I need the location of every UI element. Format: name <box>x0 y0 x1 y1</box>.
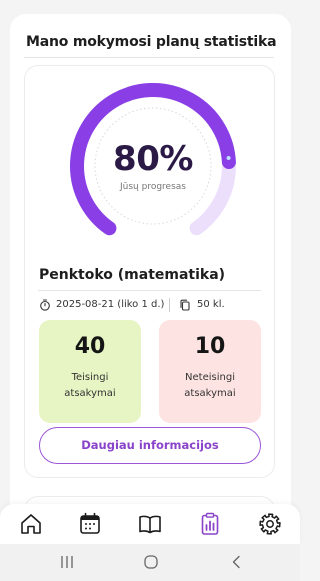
correct-answers-count: 40 <box>74 334 106 359</box>
stats-icon <box>201 512 219 535</box>
timer-icon <box>40 299 50 311</box>
plan-meta-row: 2025-08-21 (liko 1 d.) 50 kl. <box>38 297 261 315</box>
recent-apps-icon[interactable] <box>59 554 75 570</box>
system-navigation-bar <box>0 544 300 581</box>
book-icon <box>139 515 161 534</box>
screen: Mano mokymosi planų statistika 80% Jūsų … <box>0 0 300 581</box>
home-icon <box>21 514 41 534</box>
plan-class: 50 kl. <box>197 299 225 310</box>
nav-book[interactable] <box>136 510 164 538</box>
plan-title: Penktoko (matematika) <box>39 267 226 283</box>
copy-icon <box>180 299 190 311</box>
correct-answers-box: 40 Teisingi atsakymai <box>39 320 141 423</box>
nav-stats[interactable] <box>196 510 224 538</box>
home-circle-icon[interactable] <box>143 554 159 570</box>
more-info-button[interactable]: Daugiau informacijos <box>39 427 261 464</box>
settings-icon <box>259 513 281 535</box>
meta-separator <box>169 298 170 312</box>
wrong-answers-label: Neteisingi atsakymai <box>184 372 236 399</box>
plan-divider <box>38 290 261 291</box>
correct-answers-label: Teisingi atsakymai <box>64 372 116 399</box>
back-icon[interactable] <box>229 554 245 570</box>
plan-date: 2025-08-21 (liko 1 d.) <box>56 299 165 310</box>
calendar-icon <box>80 512 100 534</box>
nav-home[interactable] <box>17 510 45 538</box>
title-divider <box>24 57 274 58</box>
progress-percentage: 80% <box>113 139 193 179</box>
wrong-answers-count: 10 <box>194 334 226 359</box>
nav-calendar[interactable] <box>76 510 104 538</box>
progress-caption: Jūsų progresas <box>120 182 186 192</box>
section-title: Mano mokymosi planų statistika <box>26 34 277 50</box>
nav-settings[interactable] <box>256 510 284 538</box>
bottom-nav <box>0 504 300 544</box>
wrong-answers-box: 10 Neteisingi atsakymai <box>159 320 261 423</box>
